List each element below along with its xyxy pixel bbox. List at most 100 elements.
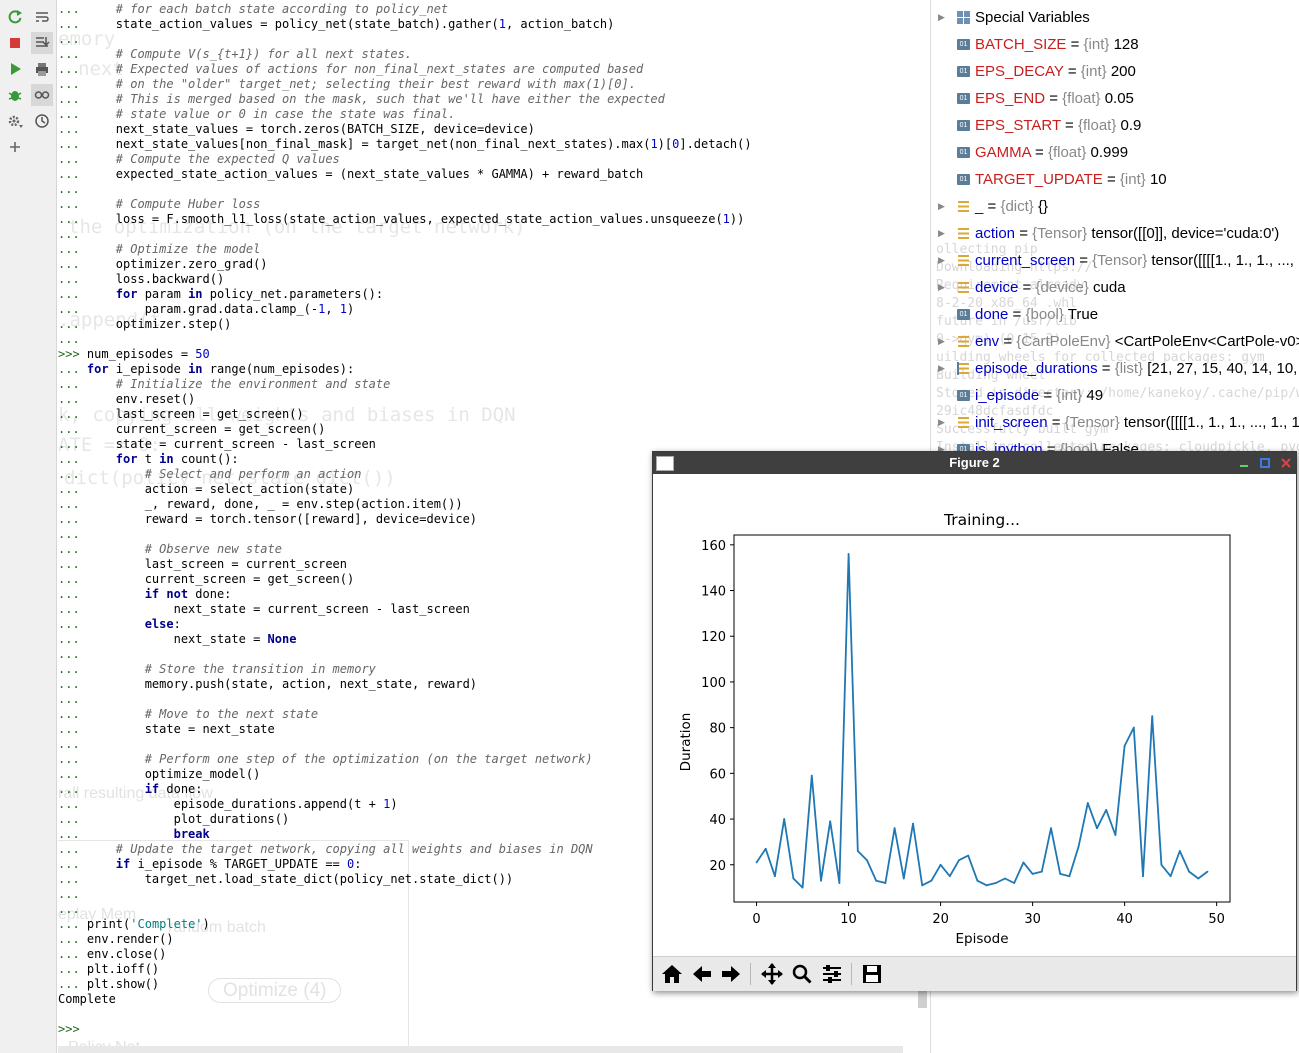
rerun-icon[interactable] [4, 6, 26, 28]
maximize-icon[interactable] [1259, 457, 1271, 469]
home-icon[interactable] [659, 962, 685, 986]
code-token: action = select_action(state) [86, 482, 355, 496]
pan-icon[interactable] [759, 962, 785, 986]
variable-type: {dict} [1000, 198, 1034, 215]
data-point [866, 859, 868, 862]
x-tick-label: 0 [752, 912, 760, 927]
expand-arrow-icon[interactable]: ▶ [938, 193, 945, 220]
console-line: ... # state value or 0 in case the state… [58, 107, 752, 122]
expand-arrow-icon[interactable]: ▶ [938, 355, 945, 382]
code-token: range(num_episodes): [202, 362, 355, 376]
variable-row[interactable]: ▶ _ = {dict} {} [931, 193, 1299, 220]
variable-type: {Tensor} [1064, 414, 1120, 431]
console-prompt: ... [58, 887, 87, 901]
data-point [755, 861, 758, 864]
variable-row[interactable]: 01 EPS_START = {float} 0.9 [931, 112, 1299, 139]
code-token: ) [347, 302, 355, 316]
console-line: ... [58, 527, 752, 542]
numeric-variable-icon: 01 [957, 120, 970, 131]
console-prompt: ... [58, 947, 87, 961]
code-token: ].detach() [679, 137, 752, 151]
variable-row[interactable]: 01 EPS_END = {float} 0.05 [931, 85, 1299, 112]
figure-titlebar[interactable]: Figure 2 [653, 452, 1296, 474]
variable-row[interactable]: ▶ Special Variables [931, 4, 1299, 31]
expand-arrow-icon[interactable]: ▶ [938, 247, 945, 274]
horizontal-scrollbar[interactable] [58, 1046, 903, 1053]
show-variables-icon[interactable] [31, 84, 53, 106]
scroll-to-end-icon[interactable] [31, 32, 53, 54]
console-prompt: ... [58, 977, 87, 991]
console-line: ... # for each batch state according to … [58, 2, 752, 17]
data-point [1123, 745, 1126, 747]
console-line: >>> num_episodes = 50 [58, 347, 752, 362]
variable-name: device [975, 279, 1019, 296]
variable-type: {bool} [1025, 306, 1064, 323]
add-icon[interactable] [4, 136, 26, 158]
code-token: 50 [195, 347, 210, 361]
expand-arrow-icon[interactable]: ▶ [938, 328, 945, 355]
code-token: in [188, 287, 203, 301]
code-token: # on the "older" target_net; selecting t… [86, 77, 636, 91]
variable-row[interactable]: ▶ init_screen = {Tensor} tensor([[[[1., 1… [931, 409, 1299, 436]
history-icon[interactable] [31, 110, 53, 132]
code-token: # Optimize the model [86, 242, 261, 256]
code-token: , [325, 302, 340, 316]
numeric-variable-icon: 01 [957, 147, 970, 158]
code-token: : [173, 617, 181, 631]
code-token: state_action_values = policy_net(state_b… [86, 17, 499, 31]
code-token: 1 [722, 212, 730, 226]
debug-icon[interactable] [4, 84, 26, 106]
data-point [967, 854, 970, 857]
console-prompt: ... [58, 377, 87, 391]
minimize-icon[interactable] [1238, 457, 1250, 469]
back-arrow-icon[interactable] [689, 962, 715, 986]
variable-row[interactable]: ▶ action = {Tensor} tensor([[0]], device=… [931, 220, 1299, 247]
console-line: ... action = select_action(state) [58, 482, 752, 497]
save-icon[interactable] [859, 962, 885, 986]
variable-row[interactable]: ▶ device = {device} cuda [931, 274, 1299, 301]
expand-arrow-icon[interactable]: ▶ [938, 409, 945, 436]
expand-arrow-icon[interactable]: ▶ [938, 4, 945, 31]
expand-arrow-icon[interactable]: ▶ [938, 220, 945, 247]
console-prompt: ... [58, 242, 87, 256]
console-line: ... # Select and perform an action [58, 467, 752, 482]
variable-row[interactable]: 01 EPS_DECAY = {int} 200 [931, 58, 1299, 85]
stop-icon[interactable] [4, 32, 26, 54]
variable-row[interactable]: 01 done = {bool} True [931, 301, 1299, 328]
expand-arrow-icon[interactable]: ▶ [938, 274, 945, 301]
window-icon [656, 456, 674, 471]
equals-sign: = [999, 333, 1017, 350]
soft-wrap-icon[interactable] [31, 6, 53, 28]
configure-subplots-icon[interactable] [819, 962, 845, 986]
variable-row[interactable]: 01 i_episode = {int} 49 [931, 382, 1299, 409]
console-line: ... plt.ioff() [58, 962, 752, 977]
console-prompt: ... [58, 287, 87, 301]
vertical-scrollbar[interactable] [918, 990, 927, 1008]
console-prompt: ... [58, 692, 87, 706]
print-icon[interactable] [31, 58, 53, 80]
variable-row[interactable]: ▶ env = {CartPoleEnv} <CartPoleEnv<CartPo… [931, 328, 1299, 355]
variable-text: EPS_END = {float} 0.05 [975, 85, 1134, 112]
variable-row[interactable]: 01 BATCH_SIZE = {int} 128 [931, 31, 1299, 58]
variable-row[interactable]: ▶ episode_durations = {list} [21, 27, 15,… [931, 355, 1299, 382]
variable-text: EPS_DECAY = {int} 200 [975, 58, 1136, 85]
code-token: # Select and perform an action [86, 467, 362, 481]
variable-row[interactable]: 01 TARGET_UPDATE = {int} 10 [931, 166, 1299, 193]
forward-arrow-icon[interactable] [718, 962, 744, 986]
variable-row[interactable]: ▶ current_screen = {Tensor} tensor([[[[1.… [931, 247, 1299, 274]
figure-window[interactable]: Figure 2 Training... Episode Duration 0 1… [652, 451, 1297, 991]
console-prompt: ... [58, 512, 87, 526]
variable-text: BATCH_SIZE = {int} 128 [975, 31, 1139, 58]
run-icon[interactable] [4, 58, 26, 80]
variable-row[interactable]: 01 GAMMA = {float} 0.999 [931, 139, 1299, 166]
code-token: env.reset() [86, 392, 196, 406]
variable-value: True [1067, 306, 1099, 323]
variable-name: EPS_DECAY [975, 63, 1064, 80]
console-prompt: ... [58, 587, 87, 601]
zoom-icon[interactable] [789, 962, 815, 986]
plot-canvas[interactable]: Training... Episode Duration 0 10 20 30 40 50… [653, 474, 1296, 956]
close-icon[interactable] [1280, 457, 1292, 469]
settings-icon[interactable] [4, 110, 26, 132]
data-point [902, 877, 905, 880]
variable-type: {int} [1083, 36, 1110, 53]
